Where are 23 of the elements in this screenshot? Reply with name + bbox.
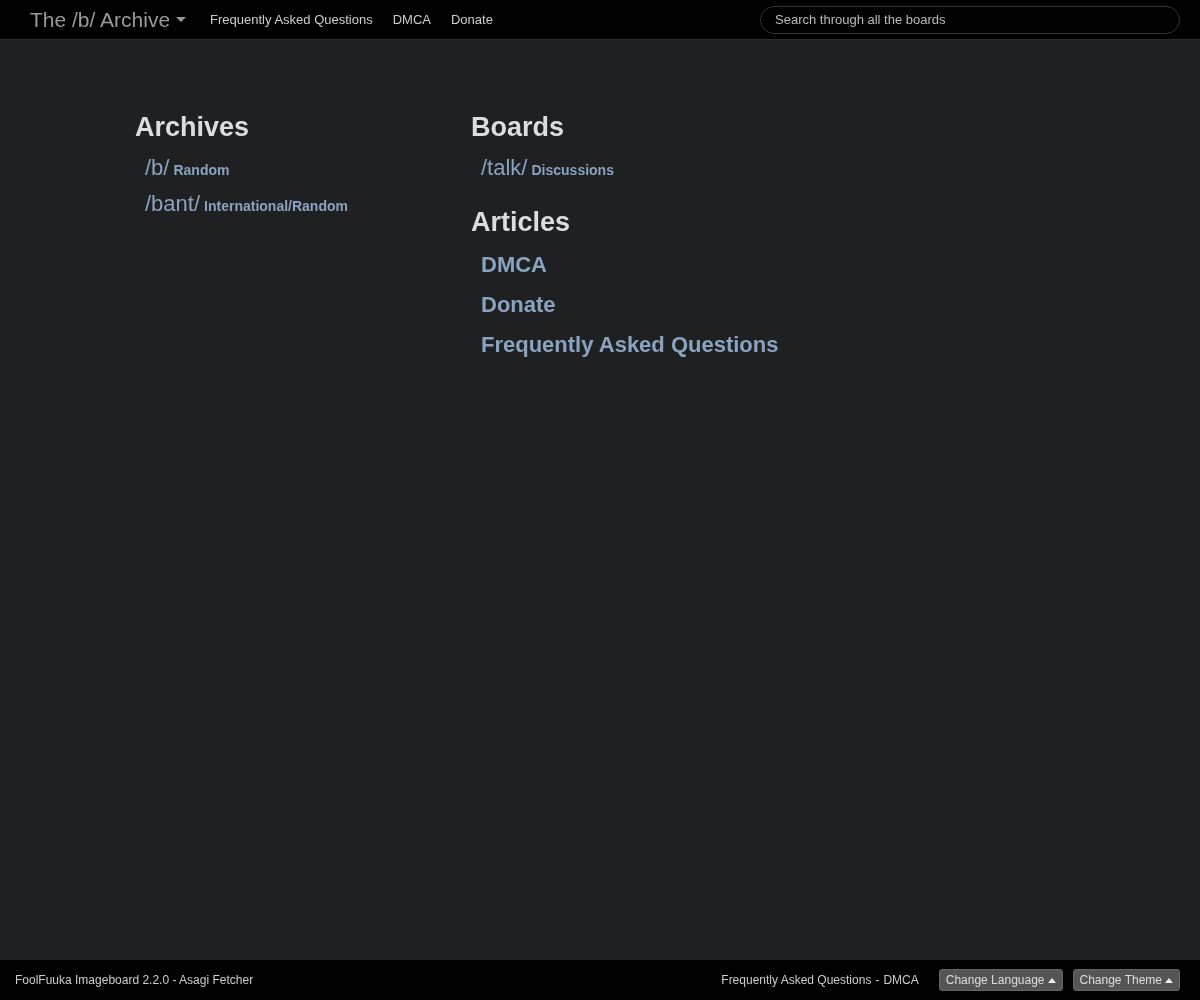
nav-link[interactable]: Frequently Asked Questions xyxy=(210,12,373,27)
caret-up-icon xyxy=(1165,977,1173,983)
separator-text: - xyxy=(875,973,880,987)
board-link[interactable]: /bant/ International/Random xyxy=(145,191,471,217)
board-link[interactable]: /talk/ Discussions xyxy=(481,155,779,181)
article-link[interactable]: Frequently Asked Questions xyxy=(481,330,779,360)
search-field[interactable]: Search through all the boards xyxy=(760,5,1180,34)
caret-icon xyxy=(176,17,187,22)
nav-link[interactable]: DMCA xyxy=(392,12,431,27)
article-link[interactable]: Donate xyxy=(481,290,779,320)
footer-link[interactable]: Frequently Asked Questions xyxy=(721,973,872,987)
footer-link[interactable]: DMCA xyxy=(883,973,919,987)
caret-up-icon xyxy=(1047,977,1056,983)
article-link[interactable]: DMCA xyxy=(481,250,779,280)
board-link[interactable]: /b/ Random xyxy=(145,155,471,181)
footer-button[interactable]: Change Theme xyxy=(1072,969,1180,991)
section-heading: Boards xyxy=(471,112,566,143)
brand-dropdown[interactable]: The /b/ Archive xyxy=(30,7,187,32)
section-heading: Articles xyxy=(471,207,572,238)
section-heading: Archives xyxy=(135,112,251,143)
footer-button[interactable]: Change Language xyxy=(938,969,1063,991)
nav-link[interactable]: Donate xyxy=(450,12,493,27)
footer-credit: FoolFuuka Imageboard 2.2.0 - Asagi Fetcher xyxy=(15,973,254,987)
